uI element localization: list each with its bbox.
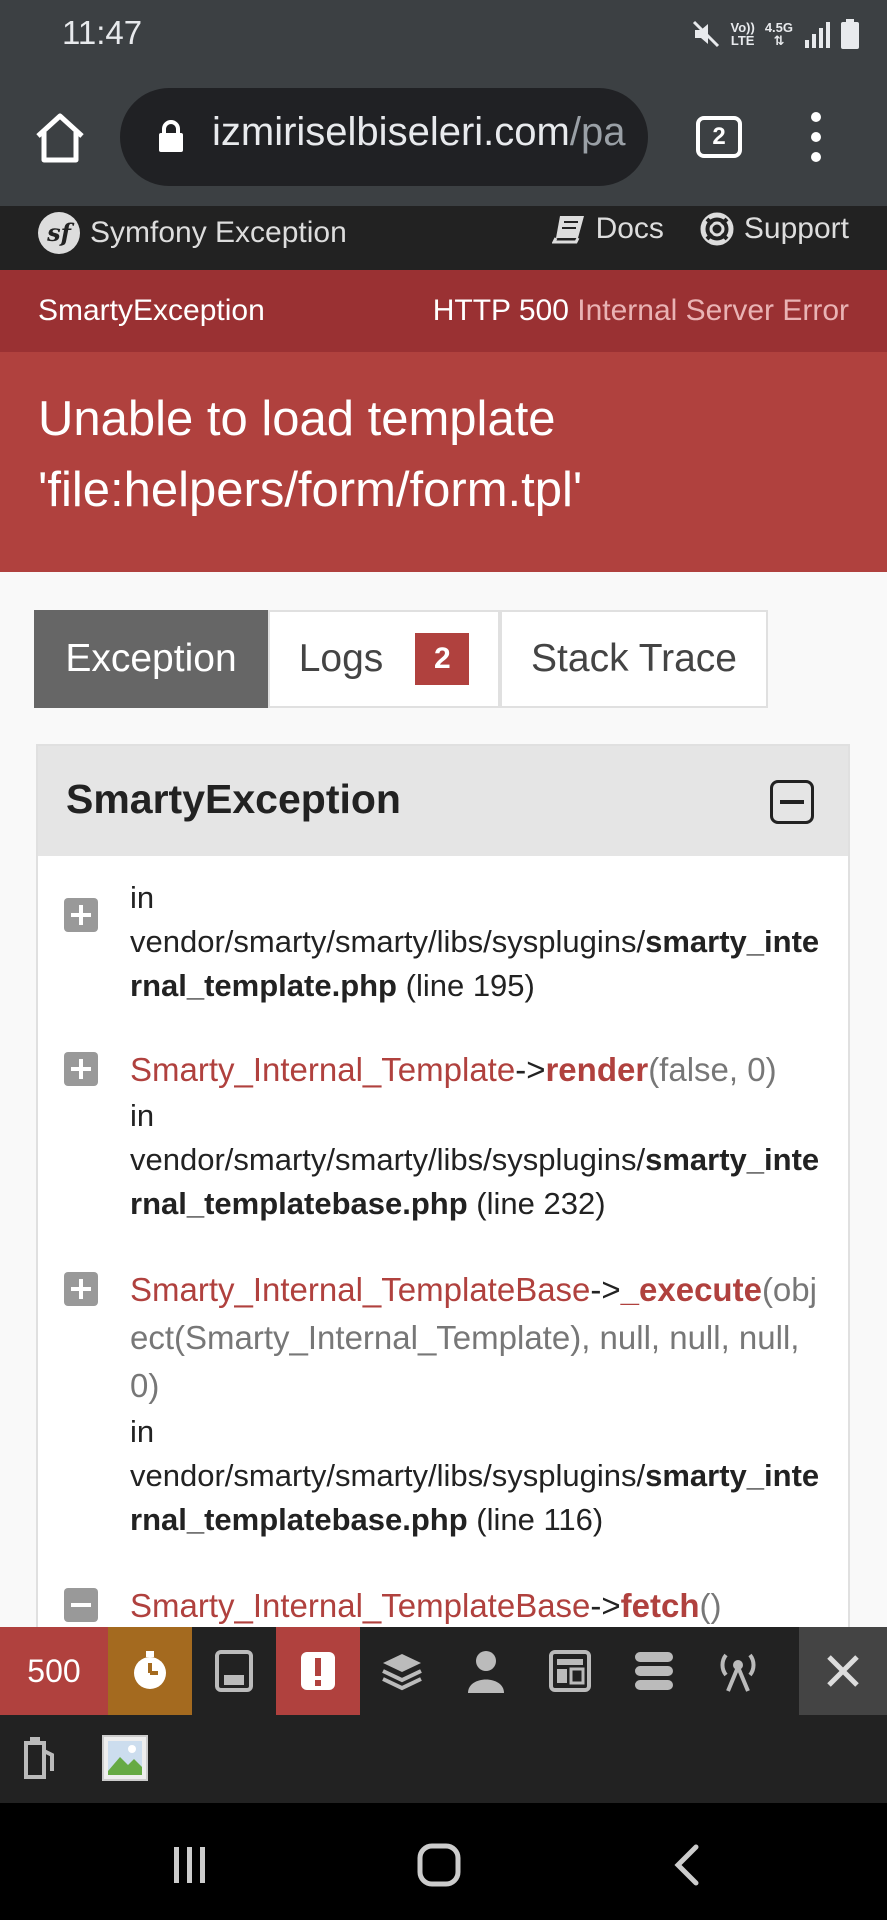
- tab-switcher-button[interactable]: 2: [696, 116, 742, 158]
- trace-function: _execute: [620, 1271, 762, 1308]
- symfony-logo-icon: sf: [38, 212, 80, 254]
- lifebuoy-icon: [700, 212, 734, 246]
- logs-count-badge: 2: [415, 633, 470, 685]
- exception-tabs: Exception Logs 2 Stack Trace: [34, 610, 768, 710]
- events-icon[interactable]: [696, 1627, 780, 1715]
- trace-args: (false, 0): [648, 1051, 777, 1088]
- status-icons: Vo)) LTE 4.5G ⇅: [691, 18, 859, 50]
- docs-link[interactable]: Docs: [551, 212, 664, 246]
- collapse-icon[interactable]: [770, 780, 814, 824]
- 4g-icon: 4.5G ⇅: [764, 20, 793, 48]
- mute-icon: [692, 20, 719, 48]
- support-link[interactable]: Support: [700, 212, 849, 246]
- trace-class: Smarty_Internal_TemplateBase: [130, 1271, 591, 1308]
- memory-icon[interactable]: [192, 1627, 276, 1715]
- collapse-item-icon[interactable]: [64, 1588, 98, 1622]
- trace-function: render: [545, 1051, 649, 1088]
- trace-title: SmartyException: [66, 776, 401, 822]
- debug-toolbar-second-row: [0, 1715, 887, 1803]
- layers-icon[interactable]: [360, 1627, 444, 1715]
- time-icon[interactable]: [108, 1627, 192, 1715]
- recent-apps-icon[interactable]: [170, 1845, 210, 1885]
- phpinfo-icon[interactable]: [22, 1735, 58, 1781]
- android-nav-bar: [0, 1803, 887, 1920]
- template-icon[interactable]: [528, 1627, 612, 1715]
- symfony-header-links: Docs Support: [551, 212, 849, 246]
- tab-exception[interactable]: Exception: [34, 610, 268, 708]
- book-icon: [551, 216, 584, 244]
- expand-icon[interactable]: [64, 898, 98, 932]
- trace-class: Smarty_Internal_TemplateBase: [130, 1587, 591, 1624]
- signal-icon: [805, 22, 830, 48]
- exception-icon[interactable]: [276, 1627, 360, 1715]
- home-icon[interactable]: [32, 110, 88, 166]
- close-icon[interactable]: [799, 1627, 887, 1715]
- broken-image-icon: [102, 1735, 148, 1781]
- symfony-header: sf Symfony Exception Docs Support: [0, 206, 887, 270]
- trace-panel: SmartyException in vendor/smarty/smarty/…: [36, 744, 850, 1744]
- debug-status-code[interactable]: 500: [0, 1627, 108, 1715]
- volte-icon: Vo)) LTE: [730, 20, 755, 48]
- browser-toolbar: izmiriselbiseleri.com/pa 2: [0, 68, 887, 206]
- tab-logs[interactable]: Logs 2: [268, 610, 500, 708]
- tab-stack-trace[interactable]: Stack Trace: [500, 610, 768, 708]
- exception-status-row: SmartyException HTTP 500 Internal Server…: [0, 270, 887, 352]
- db-icon[interactable]: [612, 1627, 696, 1715]
- user-icon[interactable]: [444, 1627, 528, 1715]
- debug-toolbar: 500: [0, 1627, 887, 1715]
- exception-message-box: Unable to load template 'file:helpers/fo…: [0, 352, 887, 572]
- address-bar[interactable]: izmiriselbiseleri.com/pa: [120, 88, 648, 186]
- expand-icon[interactable]: [64, 1052, 98, 1086]
- trace-args: (): [699, 1587, 722, 1624]
- exception-class: SmartyException: [38, 294, 265, 327]
- url-text: izmiriselbiseleri.com/pa: [212, 110, 626, 154]
- exception-message: Unable to load template 'file:helpers/fo…: [38, 392, 583, 517]
- back-icon[interactable]: [672, 1843, 702, 1887]
- status-clock: 11:47: [62, 14, 143, 51]
- overflow-menu-icon[interactable]: [806, 112, 826, 162]
- home-nav-icon[interactable]: [416, 1843, 462, 1887]
- status-bar: 11:47 Vo)) LTE 4.5G ⇅: [0, 0, 887, 68]
- battery-icon: [841, 19, 859, 49]
- trace-function: fetch: [620, 1587, 700, 1624]
- http-status: HTTP 500 Internal Server Error: [432, 294, 849, 327]
- symfony-brand[interactable]: sf Symfony Exception: [38, 212, 347, 254]
- trace-class: Smarty_Internal_Template: [130, 1051, 516, 1088]
- lock-icon: [159, 120, 183, 152]
- expand-icon[interactable]: [64, 1272, 98, 1306]
- trace-header: SmartyException: [38, 746, 848, 856]
- symfony-brand-label: Symfony Exception: [90, 216, 347, 249]
